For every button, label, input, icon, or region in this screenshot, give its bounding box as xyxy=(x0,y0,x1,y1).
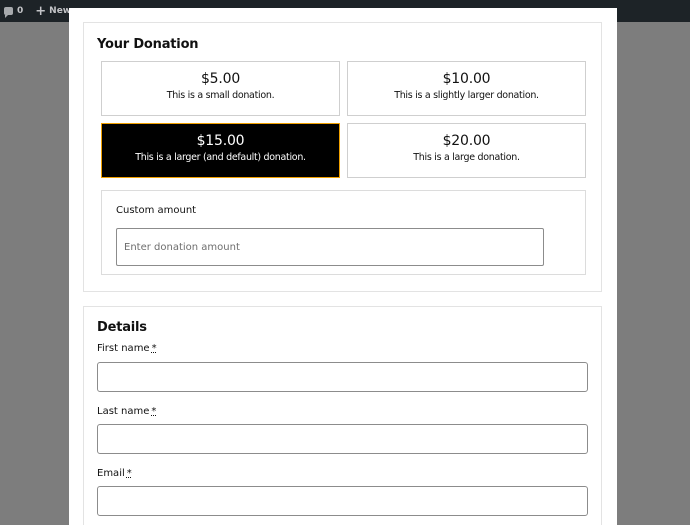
donation-title: Your Donation xyxy=(97,37,199,52)
donation-levels: $5.00 This is a small donation. $10.00 T… xyxy=(101,61,586,181)
level-amount: $15.00 xyxy=(196,133,245,149)
required-marker: * xyxy=(126,468,132,479)
required-marker: * xyxy=(151,406,157,417)
custom-amount-input[interactable] xyxy=(116,228,544,266)
plus-icon: + xyxy=(35,3,47,19)
level-description: This is a large donation. xyxy=(413,152,520,163)
donation-section: Your Donation $5.00 This is a small dona… xyxy=(83,22,602,292)
level-amount: $5.00 xyxy=(200,71,241,87)
donation-level-20[interactable]: $20.00 This is a large donation. xyxy=(347,123,586,178)
comments-link[interactable]: 0 xyxy=(4,6,24,18)
level-description: This is a larger (and default) donation. xyxy=(135,152,306,163)
first-name-field[interactable] xyxy=(97,362,588,392)
level-amount: $20.00 xyxy=(442,133,491,149)
new-content-link[interactable]: + New xyxy=(27,5,71,18)
first-name-label: First name * xyxy=(97,343,157,354)
custom-amount-section: Custom amount xyxy=(101,190,586,275)
donation-level-10[interactable]: $10.00 This is a slightly larger donatio… xyxy=(347,61,586,116)
last-name-field[interactable] xyxy=(97,424,588,454)
comment-icon xyxy=(4,7,13,18)
donation-modal: Your Donation $5.00 This is a small dona… xyxy=(69,8,617,525)
level-description: This is a small donation. xyxy=(166,90,275,101)
level-description: This is a slightly larger donation. xyxy=(394,90,539,101)
comment-count: 0 xyxy=(17,6,24,16)
last-name-label: Last name * xyxy=(97,406,157,417)
details-title: Details xyxy=(97,320,147,335)
new-label: New xyxy=(49,6,72,16)
donation-level-15[interactable]: $15.00 This is a larger (and default) do… xyxy=(101,123,340,178)
donation-level-5[interactable]: $5.00 This is a small donation. xyxy=(101,61,340,116)
level-amount: $10.00 xyxy=(442,71,491,87)
required-marker: * xyxy=(151,343,157,354)
email-label: Email * xyxy=(97,468,132,479)
custom-amount-label: Custom amount xyxy=(116,205,197,216)
email-field[interactable] xyxy=(97,486,588,516)
details-section: Details First name * Last name * Email * xyxy=(83,306,602,525)
